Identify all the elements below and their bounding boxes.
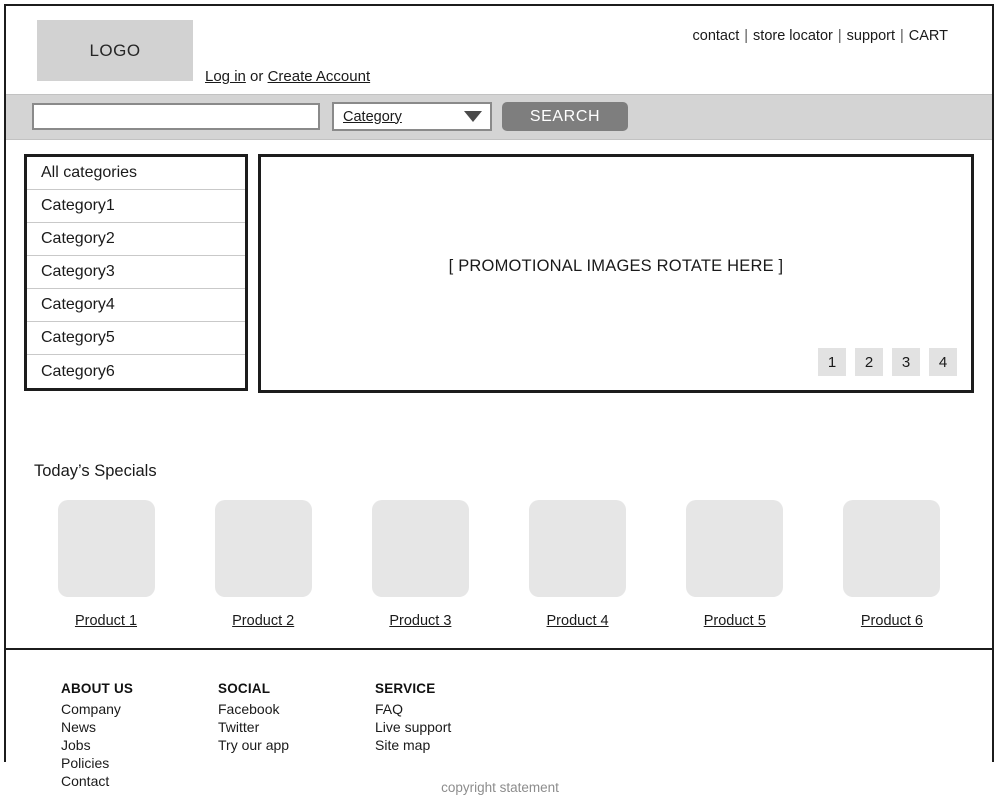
nav-item-cart[interactable]: CART: [909, 28, 948, 44]
carousel-page-3[interactable]: 3: [892, 348, 920, 376]
logo[interactable]: LOGO: [37, 20, 193, 81]
nav-separator: |: [837, 28, 842, 44]
promo-placeholder-text: [ PROMOTIONAL IMAGES ROTATE HERE ]: [448, 257, 784, 275]
promo-carousel[interactable]: [ PROMOTIONAL IMAGES ROTATE HERE ] 1 2 3…: [258, 154, 974, 393]
footer-link-facebook[interactable]: Facebook: [218, 700, 375, 718]
sidebar-item-label: Category1: [41, 197, 115, 214]
sidebar-item-category3[interactable]: Category3: [27, 256, 245, 289]
product-thumbnail[interactable]: [686, 500, 784, 597]
footer-heading: ABOUT US: [61, 681, 134, 696]
product-card: Product 2: [203, 500, 323, 629]
category-sidebar: All categories Category1 Category2 Categ…: [24, 154, 248, 391]
carousel-page-1[interactable]: 1: [818, 348, 846, 376]
footer-link-twitter[interactable]: Twitter: [218, 718, 375, 736]
footer-column-about-us: ABOUT US Company News Jobs Policies Cont…: [61, 681, 218, 790]
footer-heading: SOCIAL: [218, 681, 271, 696]
sidebar-item-category5[interactable]: Category5: [27, 322, 245, 355]
sidebar-item-label: Category3: [41, 263, 115, 280]
product-card: Product 6: [832, 500, 952, 629]
chevron-down-icon: [464, 111, 482, 122]
sidebar-item-category1[interactable]: Category1: [27, 190, 245, 223]
footer-link-try-our-app[interactable]: Try our app: [218, 736, 375, 754]
top-utility-nav: contact | store locator | support | CART: [693, 28, 948, 44]
sidebar-item-category2[interactable]: Category2: [27, 223, 245, 256]
product-link[interactable]: Product 6: [861, 613, 923, 629]
footer-link-faq[interactable]: FAQ: [375, 700, 451, 718]
product-card: Product 1: [46, 500, 166, 629]
search-input[interactable]: [32, 103, 320, 130]
footer-column-social: SOCIAL Facebook Twitter Try our app: [218, 681, 375, 790]
carousel-page-2[interactable]: 2: [855, 348, 883, 376]
product-card: Product 3: [360, 500, 480, 629]
specials-title: Today’s Specials: [34, 462, 157, 480]
sidebar-item-all-categories[interactable]: All categories: [27, 157, 245, 190]
footer-link-news[interactable]: News: [61, 718, 218, 736]
account-conjunction: or: [245, 68, 268, 85]
product-card: Product 4: [518, 500, 638, 629]
site-header: LOGO Log in or Create Account contact | st…: [6, 6, 992, 94]
account-links: Log in or Create Account: [205, 68, 370, 85]
footer-link-site-map[interactable]: Site map: [375, 736, 451, 754]
nav-separator: |: [900, 28, 904, 44]
sidebar-item-category6[interactable]: Category6: [27, 355, 245, 388]
product-thumbnail[interactable]: [529, 500, 627, 597]
login-link[interactable]: Log in: [205, 68, 246, 85]
product-link[interactable]: Product 3: [389, 613, 451, 629]
product-link[interactable]: Product 2: [232, 613, 294, 629]
footer-column-service: SERVICE FAQ Live support Site map: [375, 681, 451, 790]
copyright-statement: copyright statement: [441, 780, 559, 795]
search-button[interactable]: SEARCH: [502, 102, 628, 131]
sidebar-item-category4[interactable]: Category4: [27, 289, 245, 322]
search-bar: Category SEARCH: [6, 94, 992, 140]
carousel-page-4[interactable]: 4: [929, 348, 957, 376]
wireframe-page: LOGO Log in or Create Account contact | st…: [4, 4, 994, 805]
product-link[interactable]: Product 1: [75, 613, 137, 629]
sidebar-item-label: Category2: [41, 230, 115, 247]
product-thumbnail[interactable]: [371, 500, 469, 597]
sidebar-item-label: Category5: [41, 329, 115, 346]
create-account-link[interactable]: Create Account: [268, 68, 371, 85]
main-content: All categories Category1 Category2 Categ…: [6, 140, 992, 453]
product-link[interactable]: Product 5: [704, 613, 766, 629]
footer-link-jobs[interactable]: Jobs: [61, 736, 218, 754]
category-select-label: Category: [343, 108, 402, 125]
footer-link-policies[interactable]: Policies: [61, 754, 218, 772]
carousel-pagination: 1 2 3 4: [818, 348, 957, 376]
nav-separator: |: [744, 28, 749, 44]
product-thumbnail[interactable]: [57, 500, 155, 597]
footer-link-live-support[interactable]: Live support: [375, 718, 451, 736]
nav-item-store-locator[interactable]: store locator: [753, 28, 833, 44]
footer-heading: SERVICE: [375, 681, 436, 696]
logo-label: LOGO: [89, 40, 141, 60]
product-list: Product 1 Product 2 Product 3 Product 4 …: [46, 500, 952, 629]
product-link[interactable]: Product 4: [547, 613, 609, 629]
category-select[interactable]: Category: [332, 102, 492, 131]
product-thumbnail[interactable]: [843, 500, 941, 597]
product-card: Product 5: [675, 500, 795, 629]
nav-item-support[interactable]: support: [847, 28, 895, 44]
product-thumbnail[interactable]: [214, 500, 312, 597]
footer-link-company[interactable]: Company: [61, 700, 218, 718]
sidebar-item-label: Category4: [41, 296, 115, 313]
sidebar-item-label: All categories: [41, 164, 138, 181]
sidebar-item-label: Category6: [41, 362, 115, 380]
footer-columns: ABOUT US Company News Jobs Policies Cont…: [61, 681, 451, 790]
specials-section: Today’s Specials Product 1 Product 2 Pro…: [6, 453, 992, 648]
nav-item-contact[interactable]: contact: [693, 28, 740, 44]
